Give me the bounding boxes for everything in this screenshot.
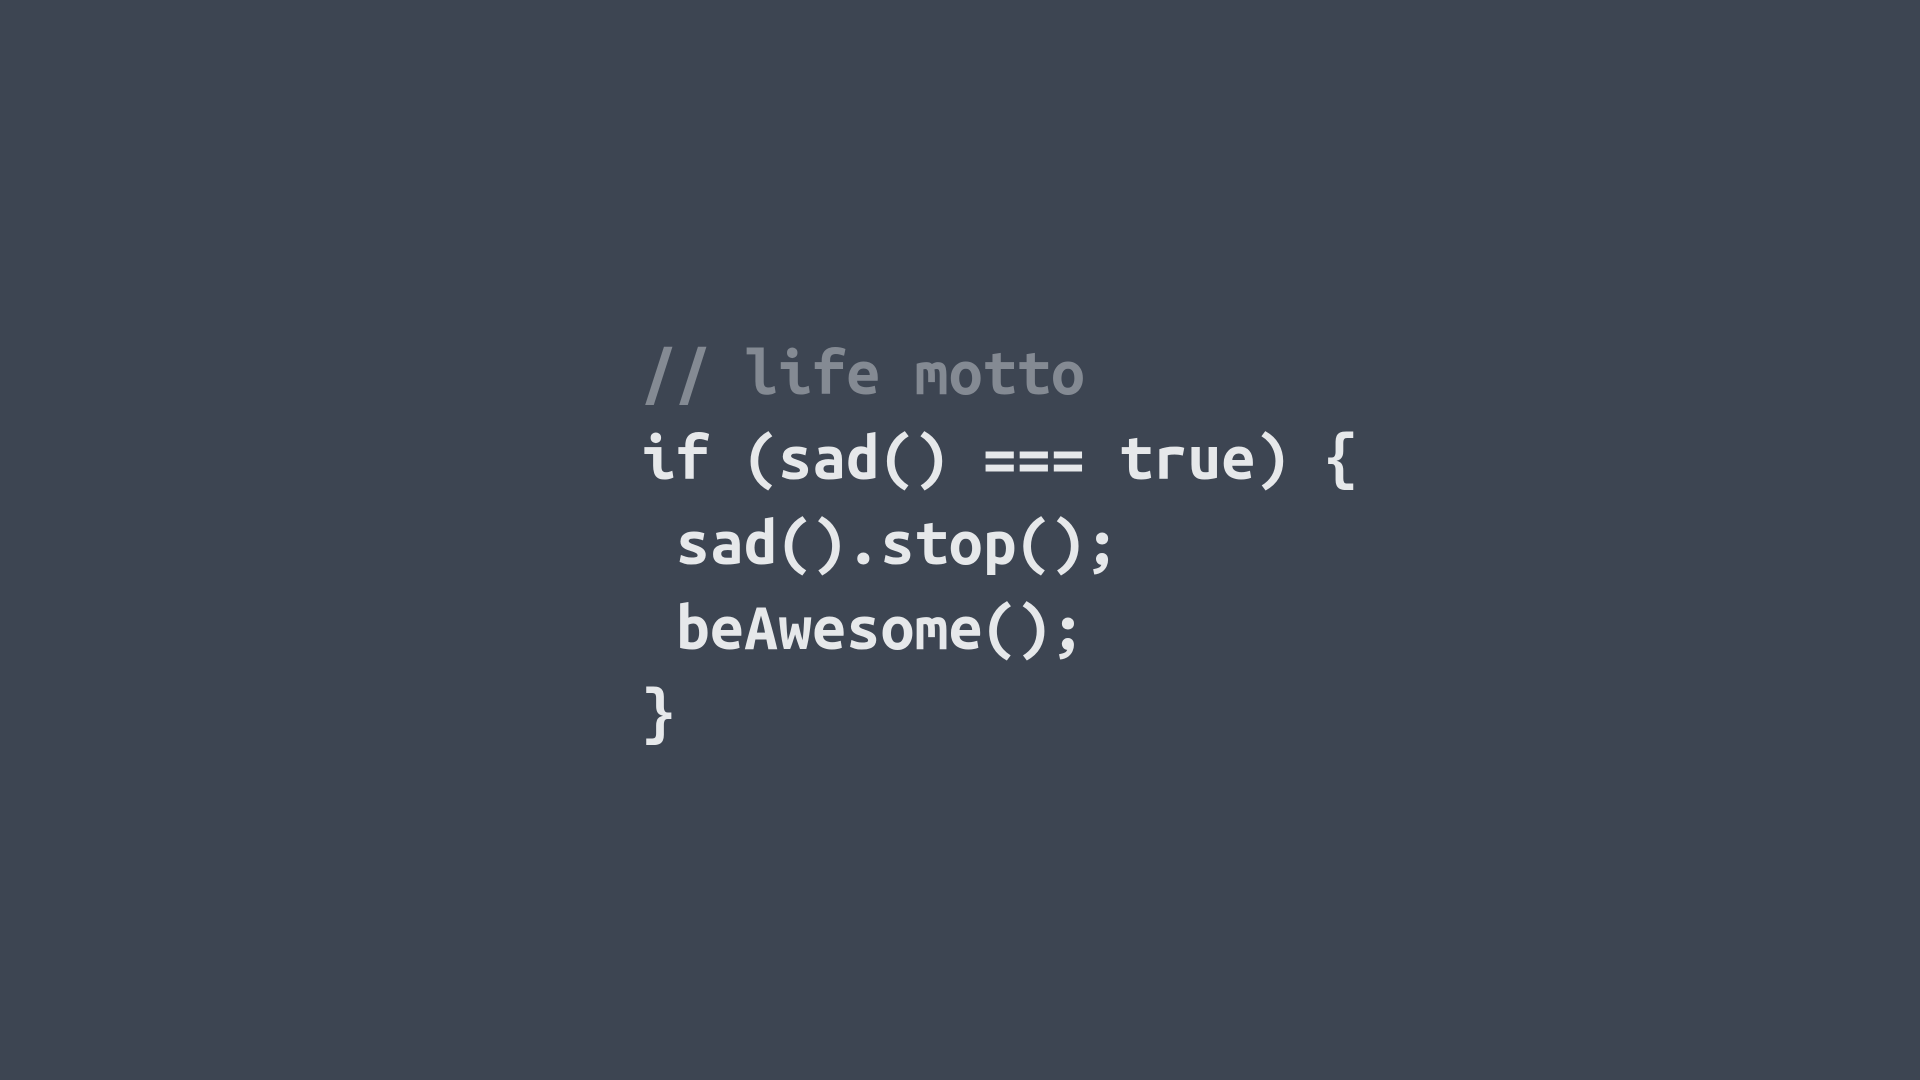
code-line-if: if (sad() === true) { bbox=[642, 424, 1358, 491]
code-comment: // life motto bbox=[642, 339, 1085, 406]
code-snippet: // life motto if (sad() === true) { sad(… bbox=[642, 244, 1358, 755]
code-line-body-1: sad().stop(); bbox=[642, 509, 1119, 576]
code-line-close: } bbox=[642, 679, 676, 746]
code-line-body-2: beAwesome(); bbox=[642, 594, 1085, 661]
